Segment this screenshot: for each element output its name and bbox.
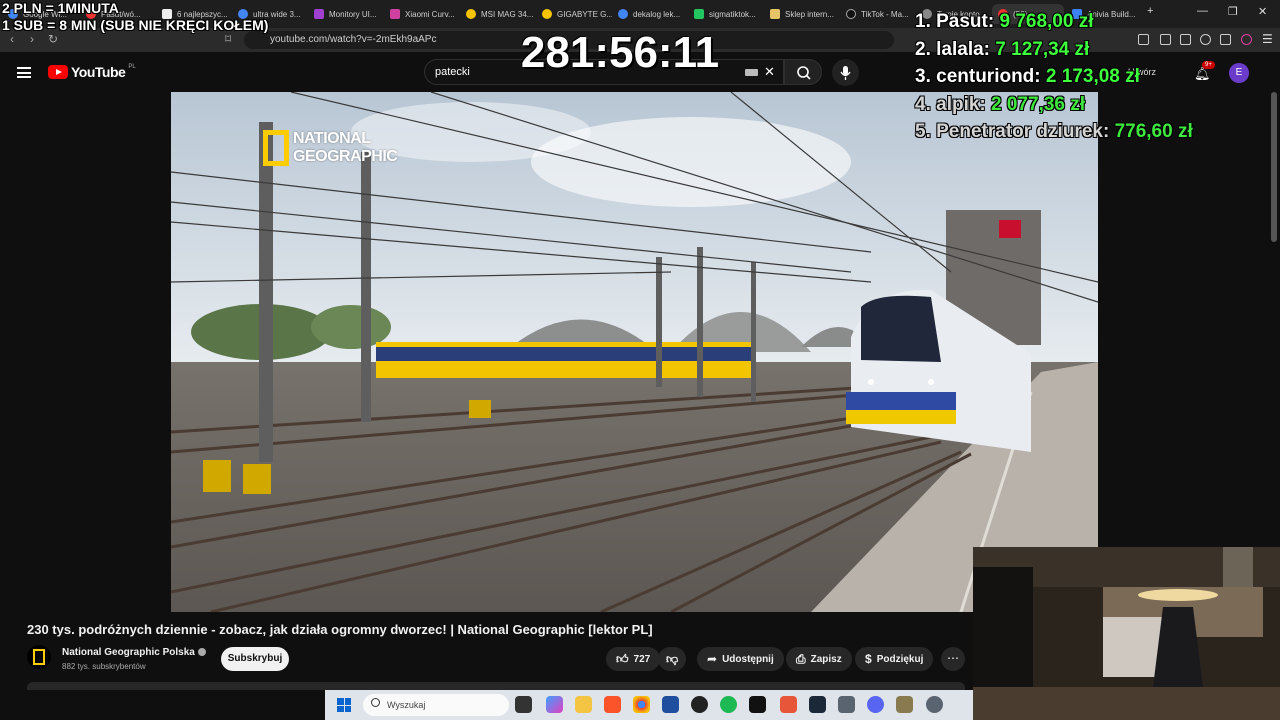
store-icon[interactable] bbox=[662, 696, 679, 713]
thumbs-up-icon: 👍︎ bbox=[616, 651, 629, 666]
browser-menu-icon[interactable]: ☰ bbox=[1262, 32, 1273, 46]
verified-icon bbox=[197, 648, 206, 657]
brave-browser-icon[interactable] bbox=[604, 696, 621, 713]
settings-gear-icon[interactable] bbox=[926, 696, 943, 713]
keyboard-icon[interactable] bbox=[745, 69, 758, 76]
page-scrollbar[interactable] bbox=[1271, 92, 1277, 242]
brave-icon[interactable] bbox=[780, 696, 797, 713]
page-favicon-icon bbox=[770, 9, 780, 19]
windows-start-icon[interactable] bbox=[337, 698, 351, 712]
app-icon[interactable] bbox=[749, 696, 766, 713]
national-geographic-watermark: NATIONAL GEOGRAPHIC bbox=[263, 130, 398, 166]
youtube-play-icon bbox=[48, 65, 68, 79]
clear-search-icon[interactable]: ✕ bbox=[764, 64, 775, 80]
video-frame bbox=[171, 92, 1098, 612]
search-icon bbox=[797, 66, 811, 80]
google-icon bbox=[618, 9, 628, 19]
extension-icon[interactable] bbox=[1200, 34, 1211, 45]
donation-leaderboard: 1. Pasut: 9 768,00 zł 2. lalala: 7 127,3… bbox=[915, 8, 1193, 146]
extension-icon[interactable] bbox=[1241, 34, 1252, 45]
channel-name[interactable]: National Geographic Polska bbox=[62, 647, 206, 658]
discord-icon[interactable] bbox=[867, 696, 884, 713]
bookmark-icon: ⎙ bbox=[796, 651, 806, 666]
browser-tab[interactable]: dekalog lek... bbox=[618, 4, 688, 24]
copilot-icon[interactable] bbox=[546, 696, 563, 713]
search-icon bbox=[371, 698, 380, 707]
youtube-logo[interactable]: YouTube PL bbox=[48, 64, 136, 80]
leaderboard-row: 3. centuriond: 2 173,08 zł bbox=[915, 66, 1140, 87]
spotify-icon[interactable] bbox=[720, 696, 737, 713]
page-favicon-icon bbox=[466, 9, 476, 19]
share-icon: ➦ bbox=[707, 652, 718, 666]
subathon-timer: 281:56:11 bbox=[520, 28, 720, 77]
browser-tab[interactable]: Sklep intern... bbox=[770, 4, 840, 24]
steam-icon[interactable] bbox=[809, 696, 826, 713]
menu-icon[interactable] bbox=[17, 67, 31, 78]
thanks-icon: $ bbox=[865, 652, 872, 666]
browser-tab[interactable]: TikTok - Ma... bbox=[846, 4, 916, 24]
page-favicon-icon bbox=[694, 9, 704, 19]
file-explorer-icon[interactable] bbox=[575, 696, 592, 713]
minimize-button[interactable]: — bbox=[1197, 5, 1208, 17]
webcam-image bbox=[973, 547, 1280, 720]
calculator-icon[interactable] bbox=[838, 696, 855, 713]
back-icon[interactable]: ‹ bbox=[10, 32, 14, 46]
browser-tab[interactable]: Xiaomi Curv... bbox=[390, 4, 460, 24]
windows-taskbar: Wyszukaj bbox=[325, 690, 973, 720]
avatar[interactable]: E bbox=[1229, 63, 1249, 83]
task-view-icon[interactable] bbox=[515, 696, 532, 713]
more-actions-button[interactable]: ⋯ bbox=[941, 647, 965, 671]
thanks-button[interactable]: $ Podziękuj bbox=[855, 647, 934, 671]
webcam-feed bbox=[973, 547, 1280, 720]
page-favicon-icon bbox=[314, 9, 324, 19]
app-icon[interactable] bbox=[896, 696, 913, 713]
voice-search-button[interactable] bbox=[832, 59, 859, 86]
natgeo-logo-icon bbox=[263, 130, 289, 166]
forward-icon[interactable]: › bbox=[30, 32, 34, 46]
bookmark-icon[interactable]: ⌑ bbox=[225, 32, 231, 46]
browser-tab[interactable]: Monitory UI... bbox=[314, 4, 384, 24]
close-window-button[interactable]: ✕ bbox=[1258, 5, 1267, 18]
channel-avatar[interactable] bbox=[27, 645, 51, 669]
leaderboard-row: 5. Penetrator dziurek: 776,60 zł bbox=[915, 121, 1193, 142]
notifications-badge: 9+ bbox=[1202, 61, 1215, 69]
save-button[interactable]: ⎙ Zapisz bbox=[786, 647, 852, 671]
channel-subscriber-count: 882 tys. subskrybentów bbox=[62, 662, 146, 671]
browser-tab[interactable]: MSI MAG 34... bbox=[466, 4, 536, 24]
taskbar-search-input[interactable]: Wyszukaj bbox=[363, 694, 509, 716]
dislike-button[interactable]: 👎︎ bbox=[658, 647, 687, 671]
video-player[interactable]: NATIONAL GEOGRAPHIC bbox=[171, 92, 1098, 612]
leaderboard-row: 2. lalala: 7 127,34 zł bbox=[915, 38, 1090, 60]
page-favicon-icon bbox=[542, 9, 552, 19]
tiktok-icon bbox=[846, 9, 856, 19]
leaderboard-row: 4. alpik: 2 077,36 zł bbox=[915, 93, 1086, 115]
video-title: 230 tys. podróżnych dziennie - zobacz, j… bbox=[27, 622, 653, 637]
reload-icon[interactable]: ↻ bbox=[48, 32, 58, 46]
subscribe-button[interactable]: Subskrybuj bbox=[221, 647, 289, 671]
browser-tab[interactable]: sigmatiktok... bbox=[694, 4, 764, 24]
thumbs-down-icon: 👎︎ bbox=[666, 651, 679, 666]
maximize-button[interactable]: ❐ bbox=[1228, 5, 1238, 18]
app-icon[interactable] bbox=[691, 696, 708, 713]
search-button[interactable] bbox=[784, 59, 822, 85]
description-box[interactable] bbox=[27, 682, 965, 690]
shield-icon[interactable] bbox=[1220, 34, 1231, 45]
donation-rate-overlay: 2 PLN = 1MINUTA 1 SUB = 8 MIN (SUB NIE K… bbox=[2, 0, 269, 33]
share-button[interactable]: ➦ Udostępnij bbox=[697, 647, 784, 671]
microphone-icon bbox=[840, 66, 851, 80]
page-favicon-icon bbox=[390, 9, 400, 19]
chrome-icon[interactable] bbox=[633, 696, 650, 713]
like-button[interactable]: 👍︎ 727 bbox=[606, 647, 661, 671]
browser-tab[interactable]: GIGABYTE G... bbox=[542, 4, 612, 24]
leaderboard-row: 1. Pasut: 9 768,00 zł bbox=[915, 11, 1094, 32]
